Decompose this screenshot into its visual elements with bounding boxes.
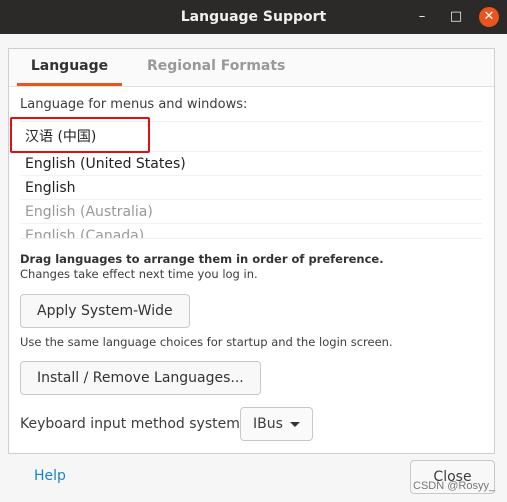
- title-bar: Language Support – □ ✕: [0, 0, 507, 34]
- minimize-icon[interactable]: –: [412, 7, 432, 27]
- help-link[interactable]: Help: [34, 468, 66, 484]
- apply-note: Use the same language choices for startu…: [20, 335, 393, 349]
- close-icon[interactable]: ✕: [479, 7, 499, 27]
- list-item[interactable]: English (United States): [20, 152, 482, 176]
- window-title: Language Support: [180, 9, 327, 25]
- language-list-label: Language for menus and windows:: [20, 97, 248, 112]
- apply-system-wide-button[interactable]: Apply System-Wide: [20, 294, 190, 328]
- tab-language[interactable]: Language: [17, 58, 122, 86]
- tab-bar: Language Regional Formats: [9, 49, 494, 87]
- chevron-down-icon: [290, 422, 300, 427]
- maximize-icon[interactable]: □: [446, 7, 466, 27]
- input-method-value: IBus: [253, 416, 283, 432]
- highlight-annotation: [10, 117, 150, 153]
- input-method-label: Keyboard input method system:: [20, 416, 245, 432]
- list-item[interactable]: English: [20, 176, 482, 200]
- drag-hint: Drag languages to arrange them in order …: [20, 252, 384, 266]
- tab-regional-formats[interactable]: Regional Formats: [147, 58, 285, 74]
- watermark: CSDN @Rosyy_: [413, 480, 496, 492]
- input-method-dropdown[interactable]: IBus: [240, 407, 313, 441]
- changes-note: Changes take effect next time you log in…: [20, 267, 258, 281]
- list-item[interactable]: English (Canada): [20, 224, 482, 238]
- list-item[interactable]: English (Australia): [20, 200, 482, 224]
- install-remove-languages-button[interactable]: Install / Remove Languages...: [20, 361, 261, 395]
- notebook: Language Regional Formats Language for m…: [8, 48, 495, 454]
